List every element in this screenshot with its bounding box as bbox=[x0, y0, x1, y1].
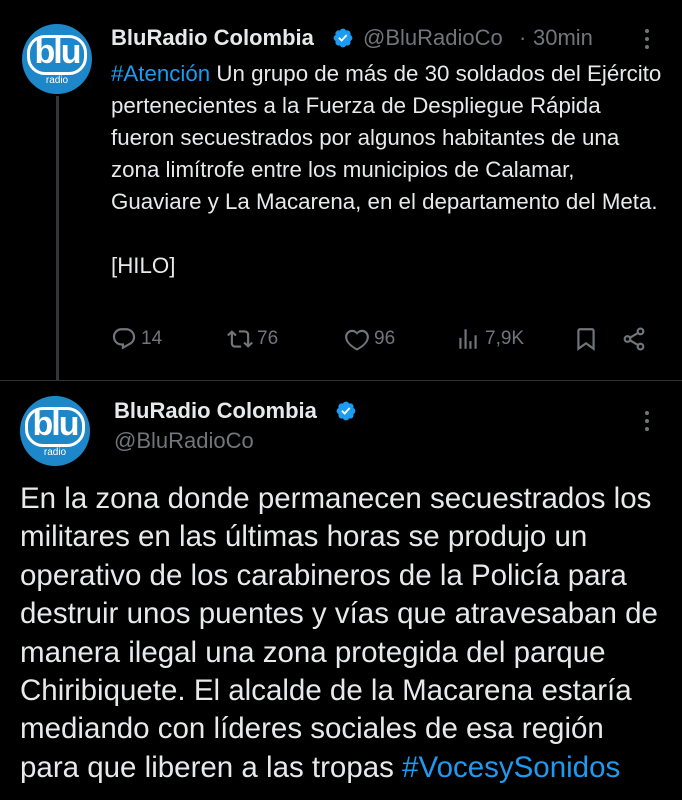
reply-icon bbox=[112, 328, 136, 350]
dot-separator: · bbox=[519, 25, 527, 50]
avatar-logo-subtext: radio bbox=[43, 446, 67, 458]
thread-marker: [HILO] bbox=[111, 253, 176, 278]
avatar[interactable]: blu radio bbox=[20, 396, 90, 466]
retweet-icon bbox=[227, 330, 253, 348]
thread-connector-line bbox=[56, 96, 59, 380]
share-button[interactable] bbox=[621, 322, 647, 356]
avatar-logo-text: blu bbox=[26, 34, 88, 75]
avatar[interactable]: blu radio bbox=[22, 24, 92, 94]
like-count: 96 bbox=[374, 328, 396, 349]
avatar-logo-text: blu bbox=[24, 406, 86, 447]
avatar-logo-subtext: radio bbox=[45, 74, 69, 86]
verified-badge-icon bbox=[333, 28, 353, 48]
verified-badge-icon bbox=[336, 401, 356, 421]
like-button[interactable]: 96 bbox=[344, 322, 395, 356]
views-button[interactable]: 7,9K bbox=[455, 322, 524, 356]
bookmark-icon bbox=[577, 328, 595, 351]
retweet-button[interactable]: 76 bbox=[227, 322, 278, 356]
author-handle[interactable]: @BluRadioCo bbox=[363, 25, 503, 51]
timestamp[interactable]: 30min bbox=[533, 25, 593, 51]
tweet-text: #Atención Un grupo de más de 30 soldados… bbox=[111, 58, 666, 282]
share-icon bbox=[623, 327, 645, 351]
author-handle[interactable]: @BluRadioCo bbox=[114, 428, 254, 454]
views-count: 7,9K bbox=[485, 328, 525, 349]
tweet-body: En la zona donde permanecen secuestrados… bbox=[20, 482, 658, 784]
tweet-actions: 14 76 96 7,9K bbox=[111, 322, 651, 356]
author-name[interactable]: BluRadio Colombia bbox=[111, 25, 314, 51]
tweet-text: En la zona donde permanecen secuestrados… bbox=[20, 480, 670, 787]
hashtag-link[interactable]: #Atención bbox=[111, 61, 210, 86]
hashtag-link[interactable]: #VocesySonidos bbox=[402, 751, 620, 784]
retweet-count: 76 bbox=[257, 328, 279, 349]
heart-icon bbox=[345, 329, 369, 351]
analytics-icon bbox=[459, 329, 477, 349]
tweet-divider bbox=[0, 380, 682, 381]
reply-count: 14 bbox=[141, 328, 163, 349]
bookmark-button[interactable] bbox=[573, 322, 599, 356]
more-options-icon[interactable] bbox=[637, 406, 657, 436]
reply-button[interactable]: 14 bbox=[111, 322, 162, 356]
author-name[interactable]: BluRadio Colombia bbox=[114, 398, 317, 424]
more-options-icon[interactable] bbox=[637, 24, 657, 54]
